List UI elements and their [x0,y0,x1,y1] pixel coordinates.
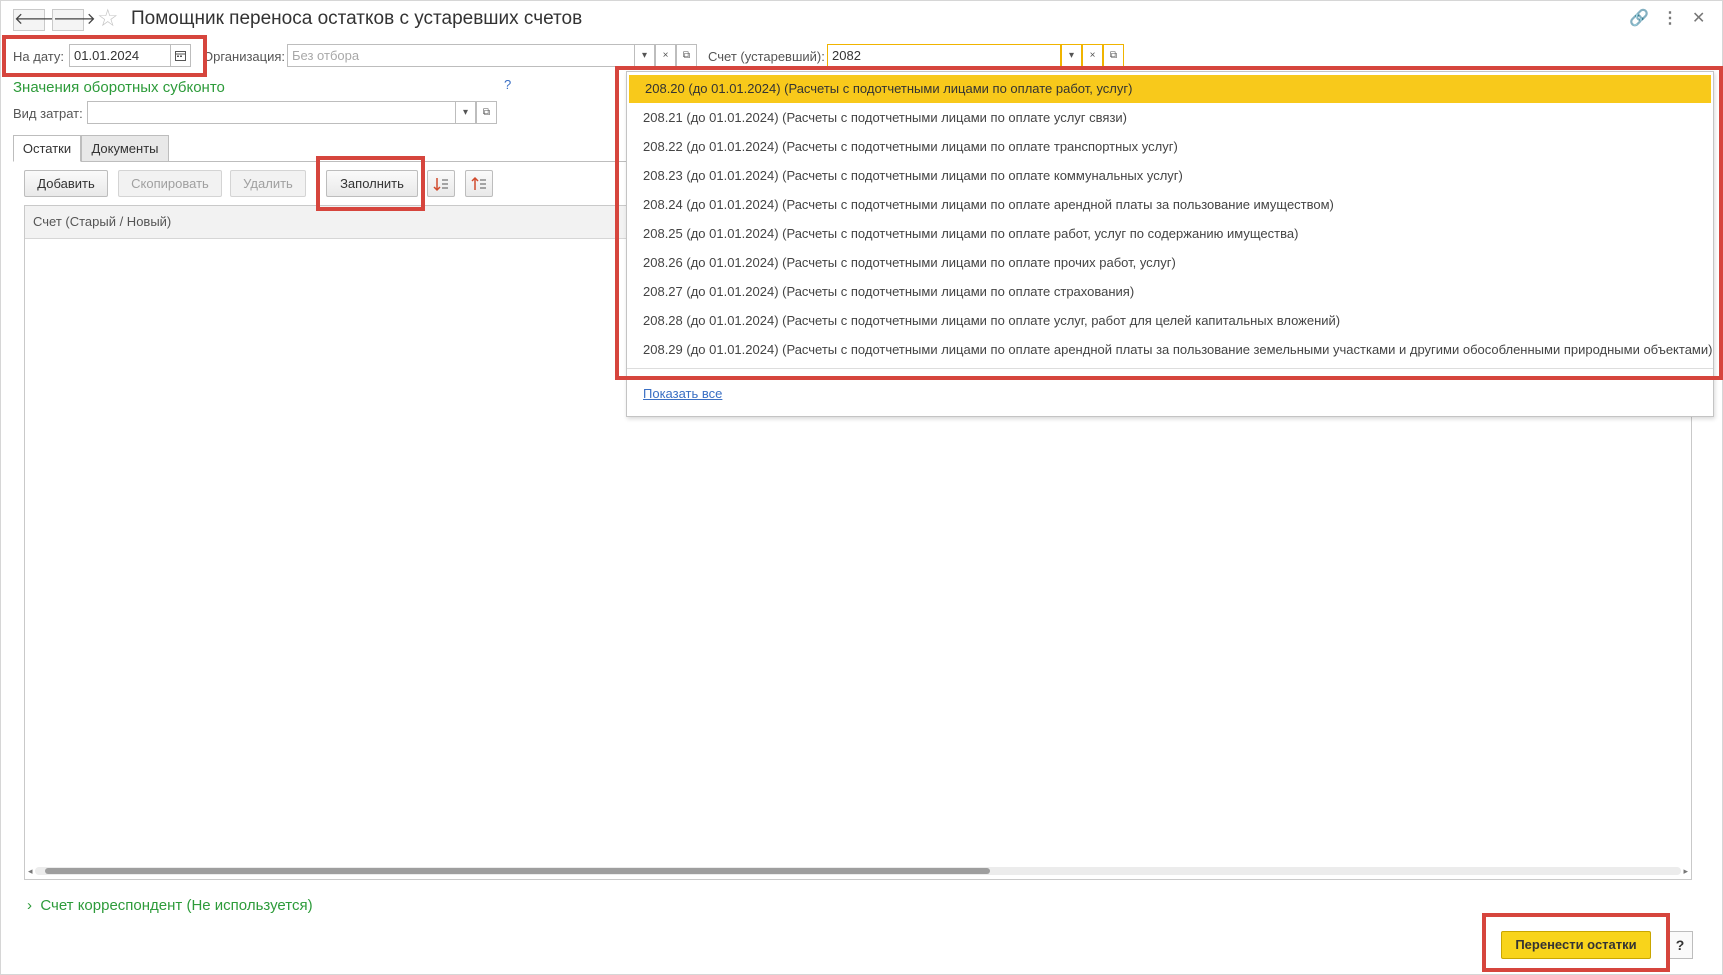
sort-ascending-button[interactable] [427,170,455,197]
horizontal-scrollbar[interactable] [35,867,1681,875]
more-menu-icon[interactable]: ⋮ [1662,8,1678,28]
clear-icon: × [1089,50,1096,61]
chevron-down-icon: ▾ [641,50,648,61]
account-label: Счет (устаревший): [708,49,825,64]
cost-type-label: Вид затрат: [13,106,83,121]
tab-documents[interactable]: Документы [81,135,169,162]
help-button[interactable]: ? [1667,931,1693,959]
cost-type-dropdown-button[interactable]: ▾ [455,101,476,124]
sort-ascending-icon [433,178,448,192]
forward-button[interactable]: 🡒 [52,9,96,31]
scrollbar-thumb[interactable] [45,868,990,874]
add-button[interactable]: Добавить [24,170,108,197]
highlight-fill-button [316,156,425,211]
chevron-right-icon: › [27,897,32,914]
account-dropdown-button[interactable]: ▾ [1061,44,1082,67]
scroll-right-icon[interactable]: ▸ [1683,866,1688,877]
chevron-down-icon: ▾ [462,107,469,118]
organization-input[interactable]: Без отбора [287,44,655,67]
organization-clear-button[interactable]: × [655,44,676,67]
open-form-icon: ⧉ [682,50,691,61]
organization-dropdown-button[interactable]: ▾ [634,44,655,67]
subconto-help-icon[interactable]: ? [504,77,511,92]
clear-icon: × [662,50,669,61]
sort-descending-icon [471,176,486,190]
account-clear-button[interactable]: × [1082,44,1103,67]
open-form-icon: ⧉ [482,107,491,118]
page-title: Помощник переноса остатков с устаревших … [131,8,583,29]
forward-arrow-icon: 🡒 [53,11,96,28]
favorite-star-icon[interactable]: ☆ [97,6,119,32]
show-all-link[interactable]: Показать все [643,386,722,401]
scroll-left-icon[interactable]: ◂ [28,866,33,877]
copy-button[interactable]: Скопировать [118,170,222,197]
subconto-section-title: Значения оборотных субконто [13,79,225,96]
cost-type-input[interactable] [87,101,476,124]
open-form-icon: ⧉ [1109,50,1118,61]
sort-descending-button[interactable] [465,170,493,197]
account-input[interactable]: 2082 [827,44,1061,67]
column-header-account[interactable]: Счет (Старый / Новый) [33,214,171,229]
correspondent-account-group[interactable]: › Счет корреспондент (Не используется) [27,897,313,914]
highlight-transfer-button [1482,913,1670,972]
organization-label: Организация: [203,49,286,64]
highlight-date [2,35,207,77]
link-icon[interactable]: 🔗 [1629,8,1649,28]
delete-button[interactable]: Удалить [230,170,306,197]
correspondent-account-title: Счет корреспондент (Не используется) [40,897,313,914]
back-button[interactable]: 🡐 [13,9,57,31]
chevron-down-icon: ▾ [1068,50,1075,61]
back-arrow-icon: 🡐 [14,11,57,28]
highlight-dropdown [615,66,1723,380]
tab-balances[interactable]: Остатки [13,135,81,162]
close-icon[interactable]: ✕ [1692,8,1705,28]
organization-open-button[interactable]: ⧉ [676,44,697,67]
account-open-button[interactable]: ⧉ [1103,44,1124,67]
cost-type-open-button[interactable]: ⧉ [476,101,497,124]
